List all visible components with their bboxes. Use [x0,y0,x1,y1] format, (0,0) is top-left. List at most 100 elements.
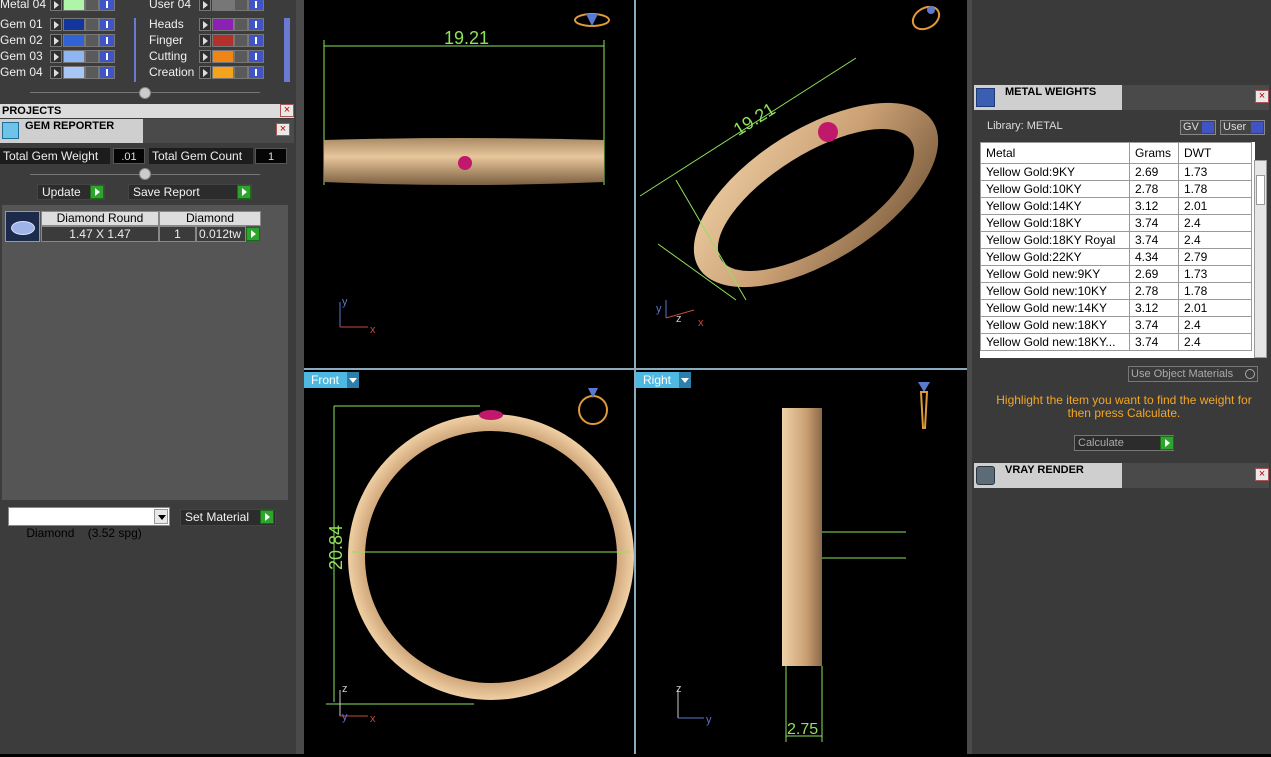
set-material-go-icon[interactable] [260,510,274,524]
layer-color-swatch[interactable] [212,18,234,31]
table-row[interactable]: Yellow Gold new:10KY 2.78 1.78 [980,282,1252,300]
visibility-toggle-icon[interactable] [248,0,264,11]
viewport-top[interactable]: 19.21 y x [304,0,634,368]
layer-expand-icon[interactable] [50,66,62,79]
gem-row[interactable]: Diamond Round Diamond 1.47 X 1.47 1 0.01… [41,211,261,242]
layer-color-swatch[interactable] [212,66,234,79]
column-header-grams[interactable]: Grams [1129,142,1179,164]
collapse-up-icon[interactable] [139,87,151,99]
use-object-materials-checkbox[interactable]: Use Object Materials [1128,366,1258,382]
collapse-gem-icon[interactable] [139,168,151,180]
lock-icon[interactable] [85,18,99,31]
layer-expand-icon[interactable] [199,0,211,11]
table-row[interactable]: Yellow Gold new:9KY 2.69 1.73 [980,265,1252,283]
gem-reporter-close-icon[interactable]: × [276,123,290,136]
layer-row[interactable]: Creation [149,65,289,80]
user-button[interactable]: User [1220,120,1265,135]
metal-weights-close-icon[interactable]: × [1255,90,1269,103]
layer-row[interactable]: Gem 04 [0,65,140,80]
layer-expand-icon[interactable] [50,50,62,63]
layer-row[interactable]: Gem 02 [0,33,140,48]
table-scrollbar[interactable] [1254,160,1267,358]
lock-icon[interactable] [85,34,99,47]
viewport-perspective[interactable]: 19.21 y z x [636,0,967,368]
projects-header[interactable]: PROJECTS [0,104,294,118]
layer-color-swatch[interactable] [212,50,234,63]
visibility-toggle-icon[interactable] [248,66,264,79]
visibility-toggle-icon[interactable] [248,50,264,63]
layer-row[interactable]: Metal 04 [0,0,140,12]
lock-icon[interactable] [234,34,248,47]
table-row[interactable]: Yellow Gold:18KY Royal 3.74 2.4 [980,231,1252,249]
visibility-toggle-icon[interactable] [99,18,115,31]
gv-button[interactable]: GV [1180,120,1216,135]
lock-icon[interactable] [234,50,248,63]
layer-color-swatch[interactable] [63,50,85,63]
layer-expand-icon[interactable] [199,34,211,47]
table-row[interactable]: Yellow Gold:22KY 4.34 2.79 [980,248,1252,266]
table-row[interactable]: Yellow Gold:10KY 2.78 1.78 [980,180,1252,198]
layer-color-swatch[interactable] [212,34,234,47]
visibility-toggle-icon[interactable] [248,18,264,31]
gem-thumbnail[interactable] [5,211,40,242]
metal-weights-tab[interactable]: METAL WEIGHTS [974,85,1122,110]
table-row[interactable]: Yellow Gold:9KY 2.69 1.73 [980,163,1252,181]
layer-color-swatch[interactable] [63,34,85,47]
layer-row[interactable]: Finger [149,33,289,48]
update-go-icon[interactable] [90,185,104,199]
front-view-tab[interactable]: Front [304,372,359,388]
visibility-toggle-icon[interactable] [99,66,115,79]
calculate-button[interactable]: Calculate [1074,435,1174,451]
layer-row[interactable]: Gem 03 [0,49,140,64]
lock-icon[interactable] [85,50,99,63]
save-report-go-icon[interactable] [237,185,251,199]
table-row[interactable]: Yellow Gold:14KY 3.12 2.01 [980,197,1252,215]
layer-color-swatch[interactable] [63,66,85,79]
layer-expand-icon[interactable] [199,18,211,31]
metal-weights-table-wrap[interactable]: Metal Grams DWT Yellow Gold:9KY 2.69 1.73 Y… [980,142,1255,358]
layer-expand-icon[interactable] [199,66,211,79]
scroll-thumb[interactable] [1256,175,1265,205]
save-report-button[interactable]: Save Report [128,184,252,200]
layer-row[interactable]: Gem 01 [0,17,140,32]
right-view-tab[interactable]: Right [636,372,691,388]
material-select[interactable]: Diamond (3.52 spg) [8,507,170,540]
table-row[interactable]: Yellow Gold new:18KY 3.74 2.4 [980,316,1252,334]
layer-row[interactable]: Cutting [149,49,289,64]
visibility-toggle-icon[interactable] [99,0,115,11]
layer-expand-icon[interactable] [50,34,62,47]
projects-close-icon[interactable]: × [280,104,294,117]
layer-color-swatch[interactable] [63,18,85,31]
viewport-right[interactable]: 2.75 z y Right [636,370,967,754]
visibility-toggle-icon[interactable] [99,50,115,63]
viewport-front[interactable]: 20.84 z y x Front [304,370,634,754]
layer-color-swatch[interactable] [212,0,234,11]
table-row[interactable]: Yellow Gold new:18KY... 3.74 2.4 [980,333,1252,351]
lock-icon[interactable] [85,66,99,79]
layer-expand-icon[interactable] [50,0,62,11]
layer-expand-icon[interactable] [199,50,211,63]
layer-row[interactable]: Heads [149,17,289,32]
gem-go-icon[interactable] [246,227,260,241]
lock-icon[interactable] [234,18,248,31]
column-header-metal[interactable]: Metal [980,142,1130,164]
layer-expand-icon[interactable] [50,18,62,31]
vray-render-tab[interactable]: VRAY RENDER [974,463,1122,488]
visibility-toggle-icon[interactable] [248,34,264,47]
table-row[interactable]: Yellow Gold new:14KY 3.12 2.01 [980,299,1252,317]
chevron-down-icon[interactable] [154,509,168,524]
visibility-toggle-icon[interactable] [99,34,115,47]
chevron-down-icon[interactable] [679,372,691,388]
layer-color-swatch[interactable] [63,0,85,11]
column-header-dwt[interactable]: DWT [1178,142,1252,164]
lock-icon[interactable] [85,0,99,11]
vray-close-icon[interactable]: × [1255,468,1269,481]
calculate-go-icon[interactable] [1160,436,1174,450]
gem-reporter-tab[interactable]: GEM REPORTER [0,119,143,143]
chevron-down-icon[interactable] [347,372,359,388]
table-row[interactable]: Yellow Gold:18KY 3.74 2.4 [980,214,1252,232]
layer-row[interactable]: User 04 [149,0,289,12]
lock-icon[interactable] [234,0,248,11]
left-splitter[interactable] [296,0,304,754]
lock-icon[interactable] [234,66,248,79]
